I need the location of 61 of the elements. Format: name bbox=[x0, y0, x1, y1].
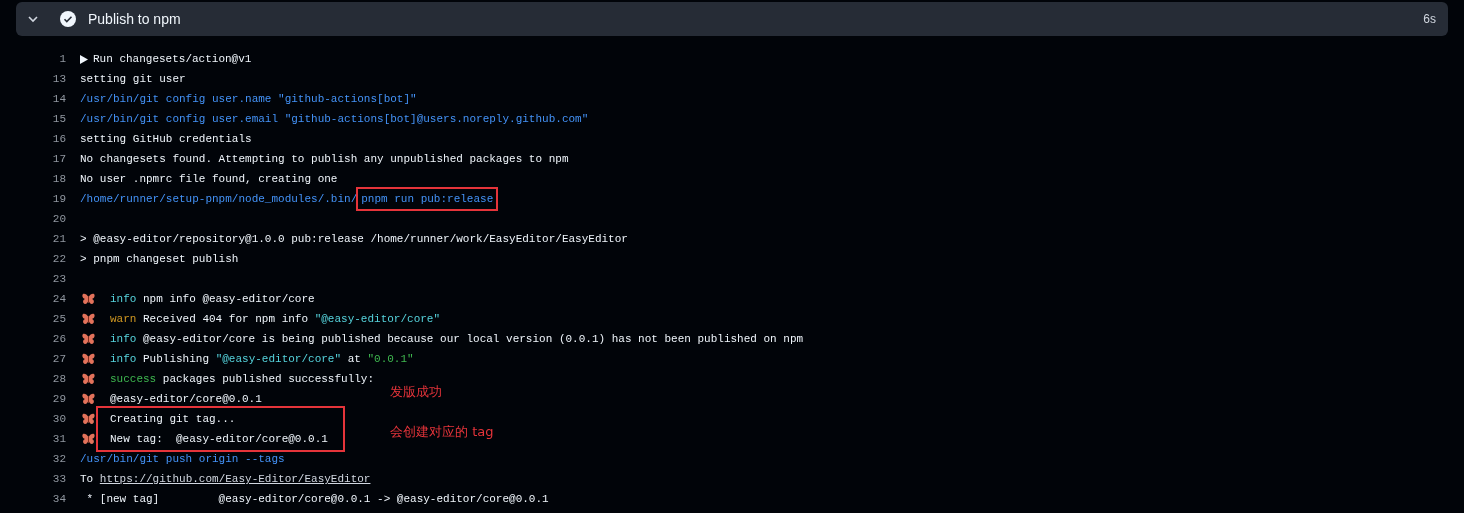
log-text: > pnpm changeset publish bbox=[80, 253, 239, 265]
log-text: Creating git tag... bbox=[110, 413, 236, 425]
line-number: 21 bbox=[51, 233, 66, 245]
log-text: No changesets found. Attempting to publish any unpublished packages to npm bbox=[80, 153, 569, 165]
line-number: 28 bbox=[51, 373, 66, 385]
log-text: @easy-editor/core@0.0.1 bbox=[110, 393, 262, 405]
log-text: packages published successfully: bbox=[161, 373, 375, 385]
line-number: 17 bbox=[51, 153, 66, 165]
log-text: info bbox=[110, 353, 137, 365]
step-duration: 6s bbox=[1423, 12, 1436, 26]
log-text: "@easy-editor/core" bbox=[215, 353, 342, 365]
log-text: New tag: @easy-editor/core@0.0.1 bbox=[110, 433, 328, 445]
line-number: 1 bbox=[58, 53, 66, 65]
log-text: "0.0.1" bbox=[367, 353, 414, 365]
line-number: 18 bbox=[51, 173, 66, 185]
log-link[interactable]: https://github.com/Easy-Editor/EasyEditor bbox=[99, 473, 371, 485]
highlighted-text: pnpm run pub:release bbox=[358, 189, 497, 209]
step-header[interactable]: Publish to npm 6s bbox=[16, 2, 1448, 36]
log-text: info bbox=[110, 293, 137, 305]
log-text: setting git user bbox=[80, 73, 186, 85]
log-text: * [new tag] @easy-editor/core@0.0.1 -> @easy-editor/core@0.0.1 bbox=[85, 493, 549, 505]
log-text: @easy-editor/core is being published because our local version (0.0.1) has not been published on npm bbox=[142, 333, 804, 345]
log-text: at bbox=[346, 353, 362, 365]
line-number: 14 bbox=[51, 93, 66, 105]
line-number: 24 bbox=[51, 293, 66, 305]
line-number: 19 bbox=[51, 193, 66, 205]
line-number: 33 bbox=[51, 473, 66, 485]
annotation-text: 发版成功 bbox=[390, 383, 442, 401]
log-text: Received 404 for npm info bbox=[142, 313, 310, 325]
log-text: No user .npmrc file found, creating one bbox=[80, 173, 338, 185]
log-text: npm info @easy-editor/core bbox=[142, 293, 315, 305]
line-number: 26 bbox=[51, 333, 66, 345]
log-text: info bbox=[110, 333, 137, 345]
line-number: 34 bbox=[51, 493, 66, 505]
annotation-text: 会创建对应的 tag bbox=[390, 423, 494, 441]
log-text: > @easy-editor/repository@1.0.0 pub:release /home/runner/work/EasyEditor/EasyEditor bbox=[80, 233, 628, 245]
log-text: success bbox=[110, 373, 157, 385]
step-title: Publish to npm bbox=[88, 11, 182, 27]
line-number: 27 bbox=[51, 353, 66, 365]
line-number: 30 bbox=[51, 413, 66, 425]
line-number: 20 bbox=[51, 213, 66, 225]
line-number: 15 bbox=[51, 113, 66, 125]
line-number: 16 bbox=[51, 133, 66, 145]
log-text: /usr/bin/git config user.email "github-actions[bot]@users.noreply.github.com" bbox=[80, 113, 589, 125]
expand-triangle-icon bbox=[80, 54, 88, 64]
line-number: 22 bbox=[51, 253, 66, 265]
log-text: warn bbox=[110, 313, 137, 325]
log-text: Run changesets/action@v1 bbox=[93, 53, 252, 65]
log-text: /usr/bin/git push origin --tags bbox=[80, 453, 285, 465]
log-text: To bbox=[80, 473, 95, 485]
line-number: 13 bbox=[51, 73, 66, 85]
log-text: /home/runner/setup-pnpm/node_modules/.bin/ bbox=[80, 193, 358, 205]
log-text: "@easy-editor/core" bbox=[314, 313, 441, 325]
line-number: 29 bbox=[51, 393, 66, 405]
line-number: 32 bbox=[51, 453, 66, 465]
log-text: /usr/bin/git config user.name "github-actions[bot]" bbox=[80, 93, 417, 105]
line-number: 23 bbox=[51, 273, 66, 285]
line-number: 31 bbox=[51, 433, 66, 445]
log-text: Publishing bbox=[142, 353, 211, 365]
log-text: setting GitHub credentials bbox=[80, 133, 252, 145]
line-number: 25 bbox=[51, 313, 66, 325]
